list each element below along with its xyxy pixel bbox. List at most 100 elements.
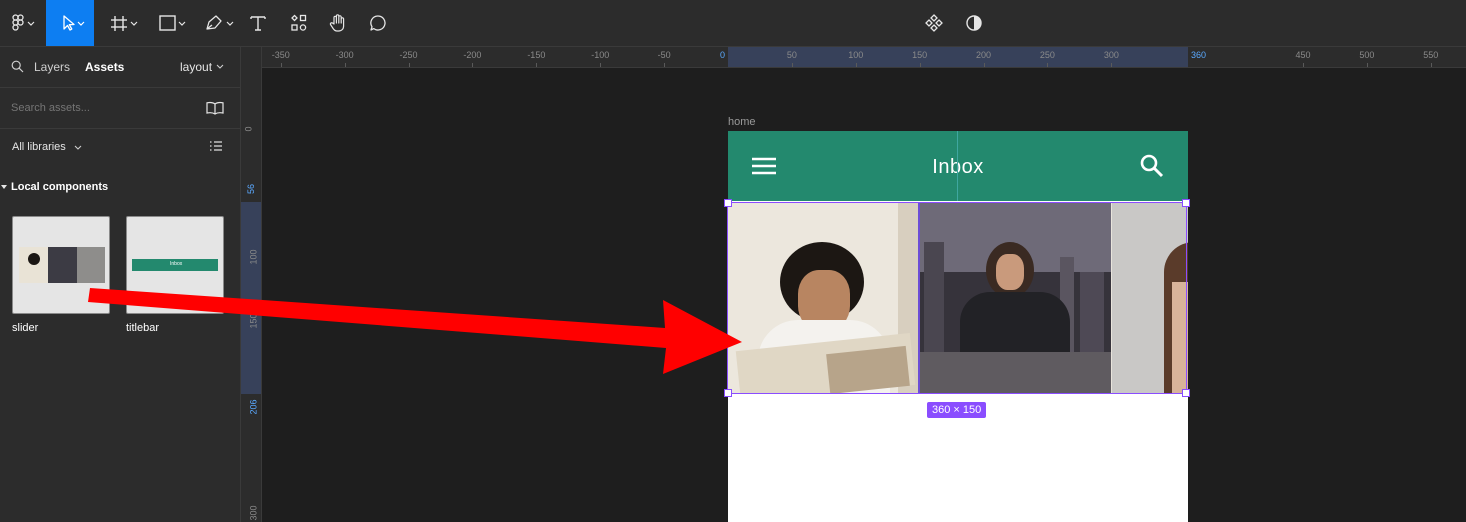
chevron-down-icon[interactable] [74, 145, 82, 151]
titlebar-component-label: titlebar [126, 322, 160, 334]
components-button[interactable] [922, 0, 946, 46]
selection-size-badge: 360 × 150 [927, 402, 987, 418]
slide-image-2 [920, 202, 1111, 394]
ruler-tick-mark [1111, 63, 1113, 67]
top-toolbar [0, 0, 1466, 47]
ruler-tick-label: 200 [976, 50, 992, 60]
ruler-tick-mark [344, 63, 346, 67]
comment-tool-button[interactable] [366, 0, 390, 46]
pen-icon [206, 15, 234, 30]
ruler-tick-mark [919, 63, 921, 67]
text-icon [250, 16, 266, 31]
ruler-selection-highlight [241, 202, 261, 394]
ruler-tick-label: 100 [848, 50, 864, 60]
ruler-tick-label: 550 [1423, 50, 1439, 60]
pen-tool-button[interactable] [196, 0, 238, 46]
ruler-corner [241, 47, 262, 68]
components-icon [925, 14, 943, 32]
ruler-tick-label: -150 [527, 50, 546, 60]
cursor-icon [63, 15, 85, 31]
resources-tool-button[interactable] [286, 0, 312, 46]
search-icon[interactable] [11, 60, 24, 73]
asset-search-row [0, 88, 240, 129]
move-tool-button[interactable] [46, 0, 94, 46]
ruler-tick-label: 206 [248, 399, 259, 415]
panel-tabs: Layers Assets layout [0, 47, 240, 88]
slide-image-3 [1112, 202, 1188, 394]
tab-layers[interactable]: Layers [34, 60, 70, 74]
ruler-tick-mark [983, 63, 985, 67]
ruler-tick-label: 0 [719, 50, 725, 60]
book-icon[interactable] [206, 101, 224, 115]
ruler-tick-label: 250 [1039, 50, 1055, 60]
horizontal-ruler: -350 -300 -250 -200 -150 -100 -50 0 50 100 150 200 2… [241, 47, 1466, 68]
ruler-tick-label: 56 [246, 183, 257, 195]
hand-tool-button[interactable] [326, 0, 350, 46]
ruler-tick-label: -350 [271, 50, 290, 60]
ruler-tick-label: -300 [335, 50, 354, 60]
slide-image-1 [728, 202, 919, 394]
ruler-tick-label: 300 [248, 505, 259, 521]
text-tool-button[interactable] [246, 0, 270, 46]
titlebar-instance[interactable]: Inbox [728, 131, 1188, 201]
ruler-tick-mark [1430, 63, 1432, 67]
library-filter-label[interactable]: All libraries [12, 141, 66, 153]
titlebar-component-thumbnail[interactable]: Inbox [126, 216, 224, 314]
ruler-tick-label: 100 [248, 249, 259, 265]
titlebar-title: Inbox [932, 156, 984, 178]
ruler-tick-mark [472, 63, 474, 67]
ruler-tick-mark [791, 63, 793, 67]
frame-icon [111, 16, 138, 31]
local-components-heading[interactable]: Local components [11, 181, 108, 193]
slider-instance[interactable] [728, 202, 1188, 394]
ruler-tick-label: -200 [463, 50, 482, 60]
ruler-tick-mark [1047, 63, 1049, 67]
titlebar-thumb-preview: Inbox [132, 259, 218, 271]
ruler-tick-label: -100 [591, 50, 610, 60]
frame-tool-button[interactable] [100, 0, 142, 46]
ruler-tick-mark [408, 63, 410, 67]
ruler-tick-label: 360 [1191, 50, 1207, 60]
list-view-icon[interactable] [209, 140, 223, 152]
ruler-tick-label: 150 [248, 313, 259, 329]
ruler-tick-label: 150 [912, 50, 928, 60]
center-guide-line [957, 131, 958, 201]
ruler-selection-highlight [728, 47, 1188, 67]
ruler-tick-mark [280, 63, 282, 67]
ruler-tick-mark [664, 63, 666, 67]
ruler-tick-mark [600, 63, 602, 67]
frame-name-label[interactable]: home [728, 116, 756, 128]
ruler-tick-label: 50 [786, 50, 797, 60]
resources-icon [291, 14, 307, 31]
chevron-down-icon[interactable] [216, 64, 224, 70]
search-icon [1140, 154, 1164, 178]
rectangle-icon [159, 15, 186, 31]
comment-icon [370, 15, 386, 31]
ruler-tick-mark [1366, 63, 1368, 67]
ruler-tick-mark [536, 63, 538, 67]
figma-logo-icon [12, 14, 35, 31]
search-assets-input[interactable] [8, 98, 194, 118]
ruler-tick-mark [1303, 63, 1304, 67]
home-frame[interactable]: Inbox [728, 131, 1188, 522]
assets-panel: Layers Assets layout All libraries Local… [0, 47, 241, 522]
ruler-tick-label: 0 [243, 126, 254, 132]
slide-divider [918, 202, 920, 394]
triangle-down-icon[interactable] [1, 184, 7, 190]
ruler-tick-label: -50 [657, 50, 671, 60]
tab-assets[interactable]: Assets [85, 60, 124, 74]
slider-component-thumbnail[interactable] [12, 216, 110, 314]
slider-thumb-preview [19, 247, 105, 283]
ruler-tick-label: -250 [399, 50, 418, 60]
ruler-tick-label: 450 [1295, 50, 1311, 60]
main-menu-button[interactable] [0, 0, 42, 46]
page-select-label[interactable]: layout [180, 60, 212, 74]
slider-component-label: slider [12, 322, 39, 334]
ruler-tick-mark [855, 63, 857, 67]
dark-mode-button[interactable] [962, 0, 986, 46]
ruler-tick-label: 500 [1359, 50, 1375, 60]
vertical-ruler: 0 56 100 150 206 300 [241, 67, 262, 522]
ruler-tick-label: 300 [1103, 50, 1119, 60]
shape-tool-button[interactable] [150, 0, 192, 46]
contrast-icon [966, 15, 982, 31]
